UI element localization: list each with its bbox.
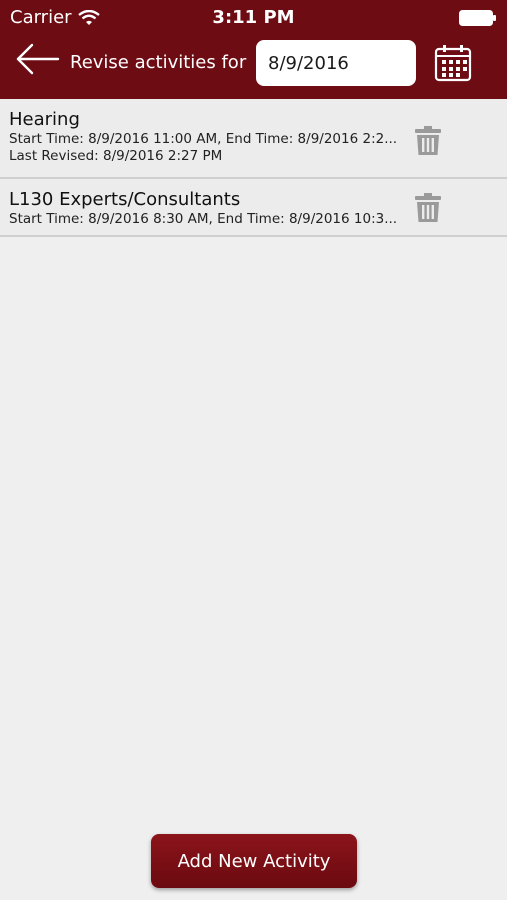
delete-activity-button[interactable]	[415, 193, 441, 223]
status-bar: Carrier 3:11 PM	[0, 0, 507, 36]
activity-title: Hearing	[9, 109, 80, 130]
battery-icon	[459, 10, 496, 26]
calendar-icon	[434, 45, 472, 82]
add-new-activity-button[interactable]: Add New Activity	[151, 834, 357, 888]
page-title: Revise activities for	[70, 52, 247, 73]
trash-icon	[415, 193, 441, 222]
activity-times: Start Time: 8/9/2016 11:00 AM, End Time:…	[9, 131, 398, 147]
activity-last-revised: Last Revised: 8/9/2016 2:27 PM	[9, 148, 223, 164]
list-item[interactable]: Hearing Start Time: 8/9/2016 11:00 AM, E…	[0, 99, 507, 179]
header-bar: Revise activities for	[0, 36, 507, 99]
list-item[interactable]: L130 Experts/Consultants Start Time: 8/9…	[0, 179, 507, 237]
activity-times: Start Time: 8/9/2016 8:30 AM, End Time: …	[9, 211, 398, 227]
activity-title: L130 Experts/Consultants	[9, 189, 241, 210]
activities-screen: Carrier 3:11 PM Revise activities for 8/…	[0, 0, 507, 900]
activity-list: Hearing Start Time: 8/9/2016 11:00 AM, E…	[0, 99, 507, 237]
delete-activity-button[interactable]	[415, 126, 441, 156]
date-input[interactable]	[256, 40, 416, 86]
arrow-left-icon	[16, 43, 60, 75]
calendar-button[interactable]	[434, 44, 472, 82]
status-time: 3:11 PM	[212, 7, 295, 28]
trash-icon	[415, 126, 441, 155]
back-button[interactable]	[14, 42, 60, 76]
